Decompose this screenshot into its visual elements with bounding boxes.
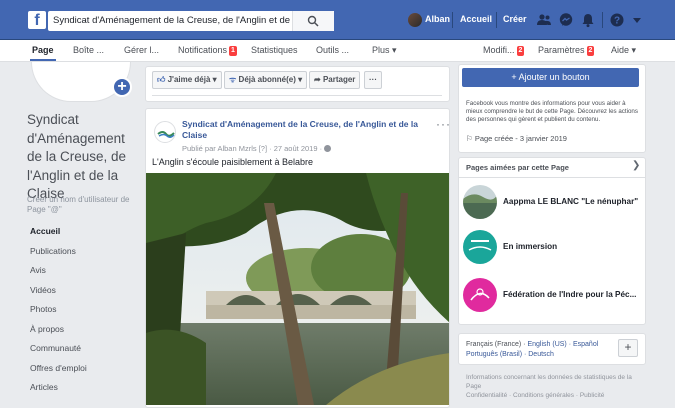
account-menu-icon[interactable] xyxy=(631,12,643,28)
liked-page-name: Fédération de l'Indre pour la Péc... xyxy=(503,290,637,299)
liked-page-name: En immersion xyxy=(503,242,558,251)
follow-button-label: Déjà abonné(e) ▾ xyxy=(238,75,303,84)
like-button[interactable]: 👍︎ J'aime déjà ▾ xyxy=(152,71,222,89)
tab-settings-label: Paramètres xyxy=(538,45,585,55)
divider xyxy=(452,12,453,28)
share-arrow-icon: ➦ xyxy=(314,75,321,84)
modify-badge: 2 xyxy=(516,46,525,56)
active-tab-indicator xyxy=(30,59,56,61)
rss-icon: ᯤ xyxy=(229,75,237,84)
add-button-cta[interactable]: + Ajouter un bouton xyxy=(462,68,639,87)
divider xyxy=(496,12,497,28)
left-nav-item[interactable]: Offres d'emploi xyxy=(27,359,145,379)
post-card: Syndicat d'Aménagement de la Creuse, de … xyxy=(145,108,450,408)
tab-help[interactable]: Aide ▾ xyxy=(611,45,636,56)
home-link[interactable]: Accueil xyxy=(460,14,492,24)
tab-more[interactable]: Plus ▾ xyxy=(372,45,397,56)
share-button-label: Partager xyxy=(322,75,356,84)
tab-manage[interactable]: Gérer l... xyxy=(124,45,159,55)
action-bar: 👍︎ J'aime déjà ▾ ᯤ Déjà abonné(e) ▾ ➦ Pa… xyxy=(145,66,450,102)
left-nav-item[interactable]: Photos xyxy=(27,300,145,320)
search-button[interactable] xyxy=(292,11,334,31)
divider xyxy=(602,12,603,28)
tab-tools[interactable]: Outils ... xyxy=(316,45,349,55)
language-links[interactable]: English (US) · Español xyxy=(527,341,598,348)
help-icon[interactable]: ? xyxy=(609,12,625,28)
left-nav-item[interactable]: Avis xyxy=(27,261,145,281)
page-title[interactable]: Syndicat d'Aménagement de la Creuse, de … xyxy=(27,111,139,204)
tab-page[interactable]: Page xyxy=(32,45,54,55)
search-icon xyxy=(307,15,319,27)
create-link[interactable]: Créer xyxy=(503,14,527,24)
divider xyxy=(458,177,646,178)
post-author-link[interactable]: Syndicat d'Aménagement de la Creuse, de … xyxy=(182,119,426,141)
river-bridge-image xyxy=(146,173,449,405)
more-actions-button[interactable]: ··· xyxy=(364,71,382,89)
tab-stats[interactable]: Statistiques xyxy=(251,45,298,55)
tab-settings[interactable]: Paramètres 2 xyxy=(538,45,595,56)
left-nav: Accueil Publications Avis Vidéos Photos … xyxy=(27,222,145,398)
tab-modify[interactable]: Modifi... 2 xyxy=(483,45,525,56)
user-avatar[interactable] xyxy=(408,13,422,27)
notifications-bell-icon[interactable] xyxy=(580,12,596,28)
tab-inbox[interactable]: Boîte ... xyxy=(73,45,104,55)
top-bar: f Syndicat d'Aménagement de la Creuse, d… xyxy=(0,0,675,40)
page-created-date: Page créée - 3 janvier 2019 xyxy=(474,134,567,143)
svg-text:?: ? xyxy=(614,16,620,27)
tab-modify-label: Modifi... xyxy=(483,45,515,55)
chevron-right-icon[interactable]: ❯ xyxy=(632,160,640,171)
tab-notifications[interactable]: Notifications 1 xyxy=(178,45,237,56)
footer-links[interactable]: Informations concernant les données de s… xyxy=(466,373,641,400)
page-created-row: ⚐ Page créée - 3 janvier 2019 xyxy=(466,134,567,143)
language-list: Français (France) · English (US) · Españ… xyxy=(466,340,616,360)
post-text: L'Anglin s'écoule paisiblement à Belabre xyxy=(152,157,314,167)
globe-icon xyxy=(324,145,332,152)
like-button-label: J'aime déjà ▾ xyxy=(167,75,217,84)
messenger-icon[interactable] xyxy=(558,12,574,28)
divider xyxy=(152,95,442,96)
left-nav-item[interactable]: À propos xyxy=(27,320,145,340)
left-nav-item[interactable]: Vidéos xyxy=(27,281,145,301)
liked-page-avatar xyxy=(463,278,497,312)
liked-pages-title[interactable]: Pages aimées par cette Page xyxy=(466,163,569,172)
page-transparency-text: Facebook vous montre des informations po… xyxy=(466,100,638,123)
liked-page-avatar xyxy=(463,230,497,264)
page-logo-avatar[interactable] xyxy=(154,121,176,143)
tab-notifications-label: Notifications xyxy=(178,45,228,55)
page-admin-nav: Page Boîte ... Gérer l... Notifications 1… xyxy=(0,40,675,62)
post-meta: Publié par Alban Mzrls [?] · 27 août 201… xyxy=(182,144,332,153)
post-options-button[interactable]: ··· xyxy=(436,117,449,131)
add-language-button[interactable]: + xyxy=(618,339,638,357)
add-photo-button[interactable]: + xyxy=(112,77,132,97)
facebook-logo-icon[interactable]: f xyxy=(28,11,46,29)
language-link[interactable]: Português (Brasil) · xyxy=(466,351,528,358)
liked-page-avatar xyxy=(463,185,497,219)
language-link[interactable]: Deutsch xyxy=(528,351,554,358)
settings-badge: 2 xyxy=(586,46,595,56)
friends-icon[interactable] xyxy=(536,12,552,28)
river-logo-icon xyxy=(157,131,175,138)
post-meta-text: Publié par Alban Mzrls [?] · 27 août 201… xyxy=(182,144,323,153)
thumbs-up-icon: 👍︎ xyxy=(157,75,166,84)
liked-page-name: Aappma LE BLANC "Le nénuphar" xyxy=(503,197,639,206)
share-button[interactable]: ➦ Partager xyxy=(309,71,361,89)
current-language: Français (France) · xyxy=(466,341,528,348)
post-photo[interactable] xyxy=(146,173,449,405)
left-nav-item[interactable]: Publications xyxy=(27,242,145,262)
left-nav-item[interactable]: Articles xyxy=(27,378,145,398)
create-username-link[interactable]: Créer un nom d'utilisateur de Page "@" xyxy=(27,195,139,215)
left-nav-item[interactable]: Communauté xyxy=(27,339,145,359)
profile-link[interactable]: Alban xyxy=(425,14,450,24)
left-nav-item[interactable]: Accueil xyxy=(27,222,145,242)
notifications-badge: 1 xyxy=(229,46,237,56)
flag-icon: ⚐ xyxy=(466,134,473,143)
follow-button[interactable]: ᯤ Déjà abonné(e) ▾ xyxy=(224,71,308,89)
